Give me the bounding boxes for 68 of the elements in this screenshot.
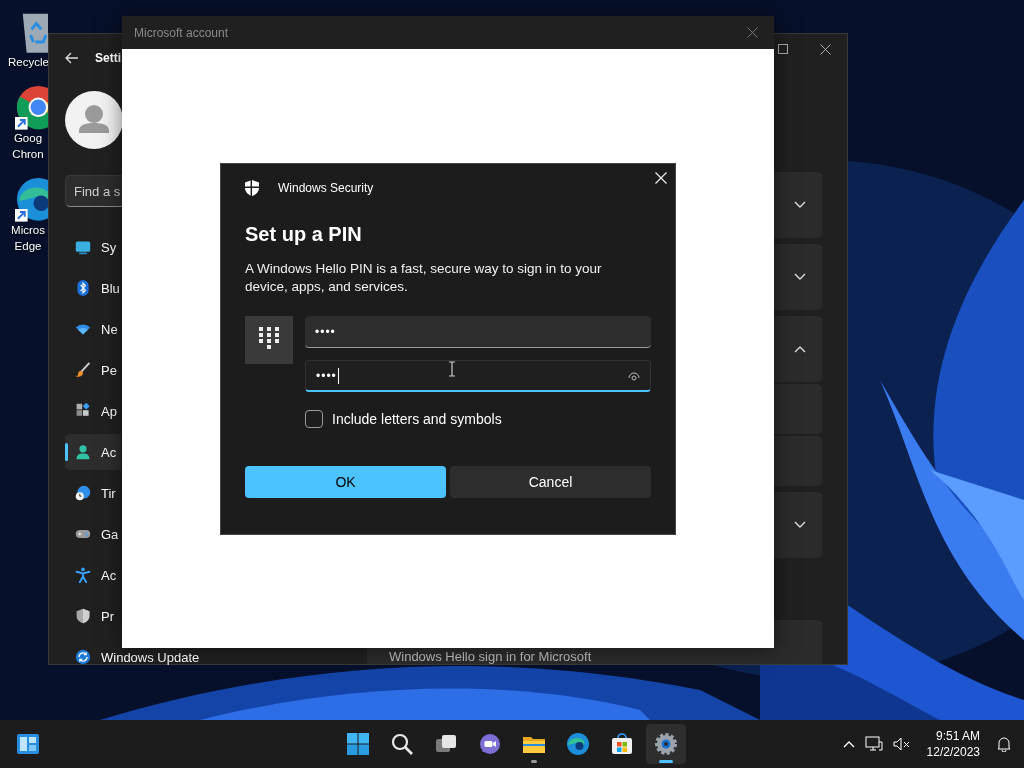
dialog-button[interactable]: OK	[245, 466, 446, 498]
desktop-icon-label: Recycle	[8, 55, 48, 70]
avatar	[65, 91, 123, 149]
clock-time[interactable]: 9:51 AM	[935, 728, 980, 744]
nav-item[interactable]: Tir	[65, 485, 121, 501]
nav-item[interactable]: Windows Update	[65, 649, 200, 665]
globe-clock-icon	[75, 485, 91, 501]
notification-bell-icon[interactable]	[996, 736, 1012, 752]
eye-icon[interactable]	[628, 370, 640, 381]
nav-item[interactable]: Pr	[65, 608, 121, 624]
nav-label: Pe	[101, 362, 117, 378]
windows-logo-icon	[346, 732, 370, 756]
search-field[interactable]: Find a s	[65, 175, 123, 207]
nav-label: Windows Update	[101, 649, 200, 665]
taskbar-button[interactable]	[646, 724, 686, 764]
text-cursor-icon	[448, 361, 456, 377]
nav-label: Ap	[101, 403, 117, 419]
nav-item[interactable]: Ac	[65, 567, 121, 583]
video-chat-icon	[478, 732, 502, 756]
apps-icon	[75, 403, 91, 419]
sync-icon	[75, 649, 91, 665]
paintbrush-icon	[75, 362, 91, 378]
nav-item[interactable]: Blu	[65, 280, 121, 296]
wave-browser-icon	[566, 732, 590, 756]
network-icon[interactable]	[864, 736, 883, 752]
nav-item[interactable]: Sy	[65, 239, 121, 255]
dialog-title: Set up a PIN	[245, 223, 363, 246]
desktop-icon-label: Goog Chron	[11, 131, 45, 162]
nav-label: Pr	[101, 608, 114, 624]
shopping-bag-icon	[610, 732, 634, 756]
dialog-app-name: Windows Security	[278, 181, 374, 195]
window-title: Microsoft account	[134, 25, 229, 40]
search-icon	[390, 732, 414, 756]
close-icon[interactable]	[820, 44, 831, 55]
volume-muted-icon[interactable]	[892, 736, 911, 752]
shield-icon	[75, 608, 91, 624]
back-arrow-icon[interactable]	[65, 52, 79, 64]
nav-label: Sy	[101, 239, 117, 255]
nav-item[interactable]: Ac	[65, 434, 121, 470]
accessibility-figure-icon	[75, 567, 91, 583]
pin-field[interactable]: ••••	[305, 316, 651, 348]
checkbox-label: Include letters and symbols	[332, 411, 502, 427]
chevron-up-icon[interactable]	[842, 740, 855, 748]
nav-label: Blu	[101, 280, 120, 296]
shield-icon	[244, 180, 260, 196]
desktop-icon-label: Micros Edge	[10, 223, 46, 254]
monitor-icon	[75, 239, 91, 255]
person-icon	[75, 444, 91, 460]
nav-item[interactable]: Pe	[65, 362, 121, 378]
checkbox[interactable]	[305, 410, 323, 428]
nav-item[interactable]: Ne	[65, 321, 121, 337]
nav-label: Ac	[101, 444, 117, 460]
setting-description: Windows Hello sign in for Microsoft	[389, 649, 592, 664]
nav-label: Ga	[101, 526, 119, 542]
dialog-description: A Windows Hello PIN is a fast, secure way to sign in to your device, apps, and services.	[245, 260, 603, 296]
clock-date[interactable]: 12/2/2023	[926, 744, 980, 760]
nav-item[interactable]: Ap	[65, 403, 121, 419]
maximize-icon[interactable]	[778, 44, 788, 54]
dialog-button[interactable]: Cancel	[450, 466, 651, 498]
window-title: Setti	[95, 51, 121, 65]
bluetooth-icon	[75, 280, 91, 296]
gear-icon	[654, 732, 678, 756]
nav-label: Ac	[101, 567, 117, 583]
nav-label: Tir	[101, 485, 116, 501]
pin-field[interactable]: ••••	[305, 360, 651, 392]
nav-label: Ne	[101, 321, 118, 337]
widgets-icon	[16, 732, 40, 756]
nav-item[interactable]: Ga	[65, 526, 121, 542]
